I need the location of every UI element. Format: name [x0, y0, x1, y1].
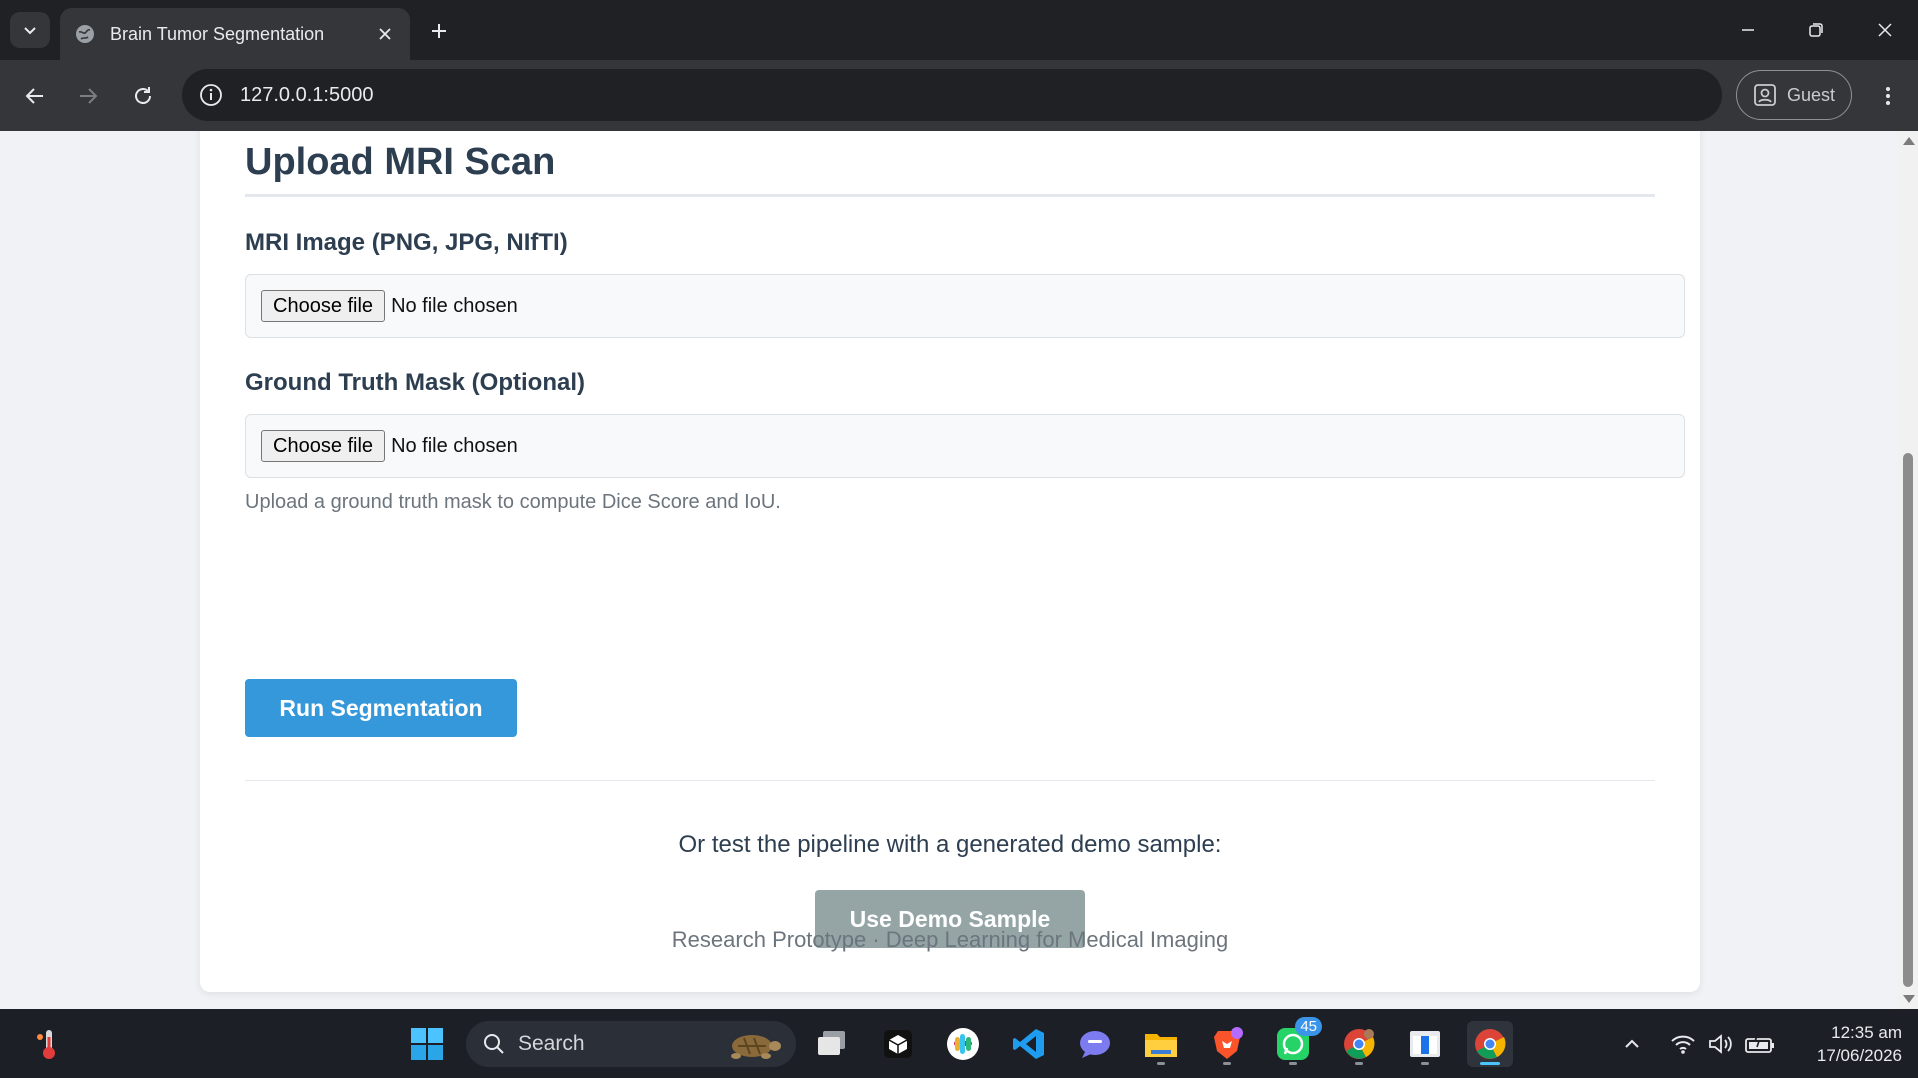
vscode-icon: [1013, 1029, 1044, 1059]
mri-file-input[interactable]: Choose file No file chosen: [245, 274, 1685, 338]
battery-charging-icon: [1745, 1033, 1774, 1053]
restore-button[interactable]: [1786, 10, 1846, 50]
speaker-icon: [1709, 1034, 1732, 1054]
task-view-button[interactable]: [809, 1021, 855, 1067]
running-indicator: [1157, 1062, 1165, 1065]
section-divider: [245, 780, 1655, 781]
address-bar[interactable]: 127.0.0.1:5000: [182, 69, 1722, 121]
mri-image-label: MRI Image (PNG, JPG, NIfTI): [245, 229, 568, 256]
mri-choose-file-button[interactable]: Choose file: [261, 290, 386, 322]
new-tab-button[interactable]: [424, 16, 454, 46]
tab-search-button[interactable]: [10, 12, 50, 48]
mri-file-status: No file chosen: [391, 294, 518, 317]
taskbar-app-cube[interactable]: [875, 1021, 921, 1067]
back-button[interactable]: [17, 78, 53, 114]
scroll-thumb[interactable]: [1903, 453, 1913, 987]
start-button[interactable]: [404, 1021, 450, 1067]
wifi-icon: [1671, 1035, 1695, 1054]
whatsapp-unread-badge: 45: [1295, 1017, 1322, 1036]
running-indicator: [1223, 1062, 1231, 1065]
thermometer-icon: [37, 1030, 55, 1059]
system-clock[interactable]: 12:35 am 17/06/2026: [1792, 1021, 1902, 1067]
scroll-down-arrow-icon[interactable]: [1903, 995, 1915, 1003]
browser-menu-button[interactable]: [1872, 78, 1904, 114]
window-app-icon: [1410, 1031, 1440, 1057]
more-vertical-icon: [1886, 87, 1890, 105]
browser-toolbar: 127.0.0.1:5000 Guest: [0, 60, 1918, 131]
taskbar-app-whatsapp[interactable]: 45: [1270, 1017, 1322, 1067]
task-view-icon: [818, 1031, 845, 1055]
mask-hint: Upload a ground truth mask to compute Di…: [245, 491, 781, 513]
cube-app-icon: [884, 1030, 912, 1058]
page-footer: Research Prototype · Deep Learning for M…: [671, 927, 1229, 952]
mask-label: Ground Truth Mask (Optional): [245, 369, 585, 396]
restore-icon: [1809, 23, 1823, 37]
battery-button[interactable]: [1744, 1029, 1776, 1059]
show-hidden-icons-button[interactable]: [1622, 1029, 1642, 1059]
mask-file-input[interactable]: Choose file No file chosen: [245, 414, 1685, 478]
plus-icon: [432, 24, 446, 38]
brave-lion-icon: [1214, 1027, 1243, 1059]
browser-tab-active[interactable]: Brain Tumor Segmentation: [60, 8, 410, 60]
mask-choose-file-button[interactable]: Choose file: [261, 430, 386, 462]
demo-prompt: Or test the pipeline with a generated de…: [678, 831, 1222, 858]
taskbar-app-file-explorer[interactable]: [1138, 1021, 1184, 1067]
scroll-up-arrow-icon[interactable]: [1903, 137, 1915, 145]
section-title: Upload MRI Scan: [245, 141, 556, 183]
folder-icon: [1145, 1034, 1177, 1057]
running-indicator: [1289, 1062, 1297, 1065]
minimize-icon: [1742, 29, 1754, 31]
page-viewport: Upload MRI Scan MRI Image (PNG, JPG, NIf…: [0, 131, 1898, 1009]
guest-profile-icon: [1754, 84, 1776, 106]
chevron-up-icon: [1625, 1039, 1639, 1048]
chrome-icon: [1475, 1029, 1506, 1059]
taskbar-search-box[interactable]: Search: [466, 1021, 796, 1067]
volume-button[interactable]: [1708, 1029, 1734, 1059]
profile-label: Guest: [1786, 84, 1836, 105]
globe-icon: [76, 25, 94, 43]
chevron-down-icon: [24, 27, 36, 35]
close-icon: [1878, 23, 1892, 37]
forward-button[interactable]: [70, 78, 106, 114]
arrow-left-icon: [25, 88, 43, 104]
minimize-button[interactable]: [1718, 10, 1778, 50]
taskbar-app-vscode[interactable]: [1006, 1021, 1052, 1067]
windows-taskbar: Search 45 12:35 am 17/06/2026: [0, 1009, 1918, 1078]
close-window-button[interactable]: [1855, 10, 1915, 50]
arrow-right-icon: [80, 88, 98, 104]
running-indicator: [1355, 1062, 1363, 1065]
taskbar-app-chat[interactable]: [1072, 1021, 1118, 1067]
title-divider: [245, 194, 1655, 197]
network-button[interactable]: [1670, 1029, 1696, 1059]
search-icon: [484, 1034, 504, 1054]
clock-time: 12:35 am: [1831, 1023, 1902, 1042]
site-info-icon[interactable]: [198, 82, 224, 108]
windows-logo-icon: [411, 1028, 443, 1060]
mask-file-status: No file chosen: [391, 434, 518, 457]
reload-icon: [135, 87, 151, 104]
page-scrollbar[interactable]: [1898, 131, 1918, 1009]
chrome-icon: [1344, 1029, 1375, 1059]
taskbar-app-window-tool[interactable]: [1402, 1021, 1448, 1067]
taskbar-app-brave[interactable]: [1204, 1021, 1250, 1067]
tab-title: Brain Tumor Segmentation: [110, 23, 325, 44]
taskbar-app-chrome-active[interactable]: [1467, 1021, 1513, 1067]
upload-card: Upload MRI Scan MRI Image (PNG, JPG, NIf…: [200, 131, 1700, 992]
taskbar-app-slack[interactable]: [940, 1021, 986, 1067]
url-text[interactable]: 127.0.0.1:5000: [240, 84, 373, 107]
clock-date: 17/06/2026: [1816, 1046, 1902, 1065]
turtle-highlight-icon: [731, 1035, 781, 1059]
taskbar-search-label: Search: [518, 1032, 585, 1055]
active-indicator: [1480, 1062, 1500, 1065]
browser-tab-strip: Brain Tumor Segmentation: [0, 0, 1918, 60]
weather-widget-button[interactable]: [25, 1021, 71, 1067]
reload-button[interactable]: [125, 78, 161, 114]
slack-icon: [947, 1028, 979, 1060]
run-segmentation-button[interactable]: Run Segmentation: [245, 679, 517, 737]
running-indicator: [1421, 1062, 1429, 1065]
tab-close-icon[interactable]: [374, 23, 396, 45]
taskbar-app-chrome-profile[interactable]: [1336, 1021, 1382, 1067]
chat-bubble-icon: [1080, 1031, 1110, 1058]
profile-button[interactable]: Guest: [1736, 70, 1852, 120]
